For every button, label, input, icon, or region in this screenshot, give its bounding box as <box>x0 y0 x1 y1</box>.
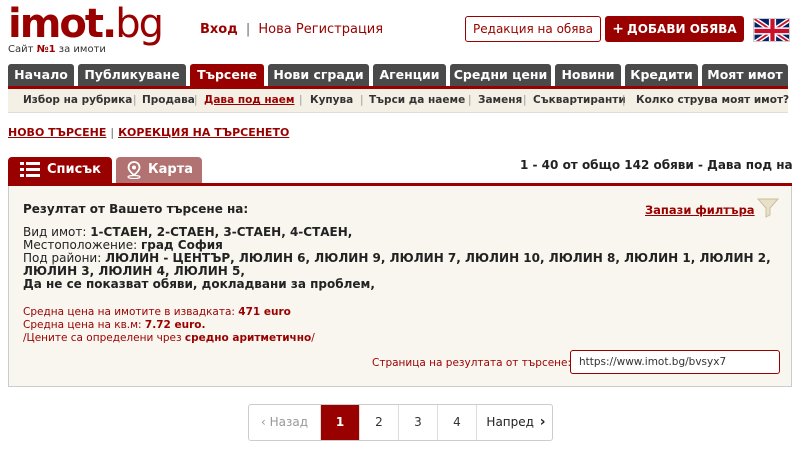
login-link[interactable]: Вход <box>200 22 238 37</box>
refine-search-link[interactable]: КОРЕКЦИЯ НА ТЪРСЕНЕТО <box>118 126 289 139</box>
header: imot.bg Сайт №1 за имоти Вход | Нова Рег… <box>0 0 793 62</box>
nav-tab-my-property[interactable]: Моят имот <box>702 64 788 86</box>
subnav-item-category[interactable]: Избор на рубрика <box>23 94 132 106</box>
avg-price-value: 471 euro <box>238 306 291 318</box>
subnav-item-roommates[interactable]: Съквартиранти <box>533 94 626 106</box>
subnav-separator: | <box>299 94 303 106</box>
page-3-button[interactable]: 3 <box>399 405 438 440</box>
tab-list-view[interactable]: Списък <box>8 157 112 183</box>
chevron-left-icon: ‹ <box>260 415 266 429</box>
nav-tab-search[interactable]: Търсене <box>190 64 264 86</box>
search-links-separator: | <box>110 126 115 139</box>
result-url-label: Страница на резултата от търсене: <box>372 357 572 369</box>
filter-icon[interactable] <box>756 196 780 221</box>
result-count: 1 - 40 от общо 142 обяви - Дава под наем <box>520 158 793 172</box>
prev-page-button[interactable]: ‹ Назад <box>249 405 321 440</box>
new-search-link[interactable]: НОВО ТЪРСЕНЕ <box>8 126 106 139</box>
districts-value: ЛЮЛИН - ЦЕНТЪР, ЛЮЛИН 6, ЛЮЛИН 9, ЛЮЛИН … <box>23 251 771 278</box>
auth-links: Вход | Нова Регистрация <box>200 22 383 37</box>
tab-map-view[interactable]: Карта <box>116 157 202 183</box>
subnav-item-rent[interactable]: Дава под наем <box>204 94 294 106</box>
avg-sqm-value: 7.72 euro. <box>144 319 206 331</box>
edit-listing-button[interactable]: Редакция на обява <box>465 16 601 42</box>
subnav-item-buy[interactable]: Купува <box>310 94 353 106</box>
nav-tab-news[interactable]: Новини <box>555 64 621 86</box>
subnav-separator: | <box>523 94 527 106</box>
plus-icon: + <box>612 21 624 37</box>
register-link[interactable]: Нова Регистрация <box>258 22 383 37</box>
page-4-button[interactable]: 4 <box>438 405 477 440</box>
nav-tab-home[interactable]: Начало <box>8 64 74 86</box>
nav-tab-new-buildings[interactable]: Нови сгради <box>268 64 369 86</box>
subnav-item-sell[interactable]: Продава <box>142 94 195 106</box>
result-url-field[interactable]: https://www.imot.bg/bvsyx7 <box>570 350 780 374</box>
page-2-button[interactable]: 2 <box>360 405 399 440</box>
subnav-separator: | <box>194 94 198 106</box>
subnav-item-valuation[interactable]: Колко струва моят имот? <box>636 94 789 106</box>
nav-tab-publish[interactable]: Публикуване <box>78 64 186 86</box>
subnav-separator: | <box>622 94 626 106</box>
subnav-item-exchange[interactable]: Заменя <box>478 94 522 106</box>
nav-tab-credits[interactable]: Кредити <box>625 64 698 86</box>
nav-tab-agencies[interactable]: Агенции <box>373 64 446 86</box>
price-stats: Средна цена на имотите в извадката: 471 … <box>23 306 315 345</box>
logo-text: imot.bg <box>8 1 164 47</box>
report-filter-line: Да не се показват обяви, докладвани за п… <box>23 278 788 291</box>
search-criteria: Вид имот: 1-СТАЕН, 2-СТАЕН, 3-СТАЕН, 4-С… <box>23 226 788 291</box>
property-type-label: Вид имот: <box>23 225 91 239</box>
property-type-value: 1-СТАЕН, 2-СТАЕН, 3-СТАЕН, 4-СТАЕН, <box>90 225 353 239</box>
sub-nav: Избор на рубрика | Продава | Дава под на… <box>8 89 789 113</box>
avg-sqm-line: Средна цена на кв.м: 7.72 euro. <box>23 319 206 331</box>
location-value: град София <box>140 238 223 252</box>
districts-label: Под райони: <box>23 251 106 265</box>
save-filter-link[interactable]: Запази филтъра <box>645 203 755 217</box>
tab-map-label: Карта <box>148 162 194 177</box>
districts-line: Под райони: ЛЮЛИН - ЦЕНТЪР, ЛЮЛИН 6, ЛЮЛ… <box>23 252 788 278</box>
avg-price-line: Средна цена на имотите в извадката: 471 … <box>23 306 291 318</box>
uk-flag-icon[interactable] <box>753 18 790 42</box>
add-listing-label: ДОБАВИ ОБЯВА <box>627 22 737 36</box>
subnav-item-wants-rent[interactable]: Търси да наеме <box>369 94 465 106</box>
panel-title: Резултат от Вашето търсене на: <box>23 202 249 216</box>
next-page-button[interactable]: Напред › <box>477 405 555 440</box>
report-filter-text: Да не се показват обяви, докладвани за п… <box>23 277 375 291</box>
auth-separator: | <box>245 22 251 37</box>
location-label: Местоположение: <box>23 238 141 252</box>
subnav-separator: | <box>133 94 137 106</box>
search-links: НОВО ТЪРСЕНЕ | КОРЕКЦИЯ НА ТЪРСЕНЕТО <box>8 126 289 139</box>
page-1-button[interactable]: 1 <box>321 405 360 440</box>
nav-tab-avg-prices[interactable]: Средни цени <box>450 64 551 86</box>
method-line: /Цените са определени чрез средно аритме… <box>23 332 315 344</box>
add-listing-button[interactable]: + ДОБАВИ ОБЯВА <box>605 16 744 42</box>
pagination: ‹ Назад 1 2 3 4 Напред › <box>248 404 553 441</box>
search-summary-panel: Резултат от Вашето търсене на: Запази фи… <box>8 186 792 387</box>
subnav-separator: | <box>468 94 472 106</box>
chevron-right-icon: › <box>539 414 546 430</box>
tab-list-label: Списък <box>47 162 101 177</box>
site-logo[interactable]: imot.bg Сайт №1 за имоти <box>8 1 164 55</box>
subnav-separator: | <box>360 94 364 106</box>
